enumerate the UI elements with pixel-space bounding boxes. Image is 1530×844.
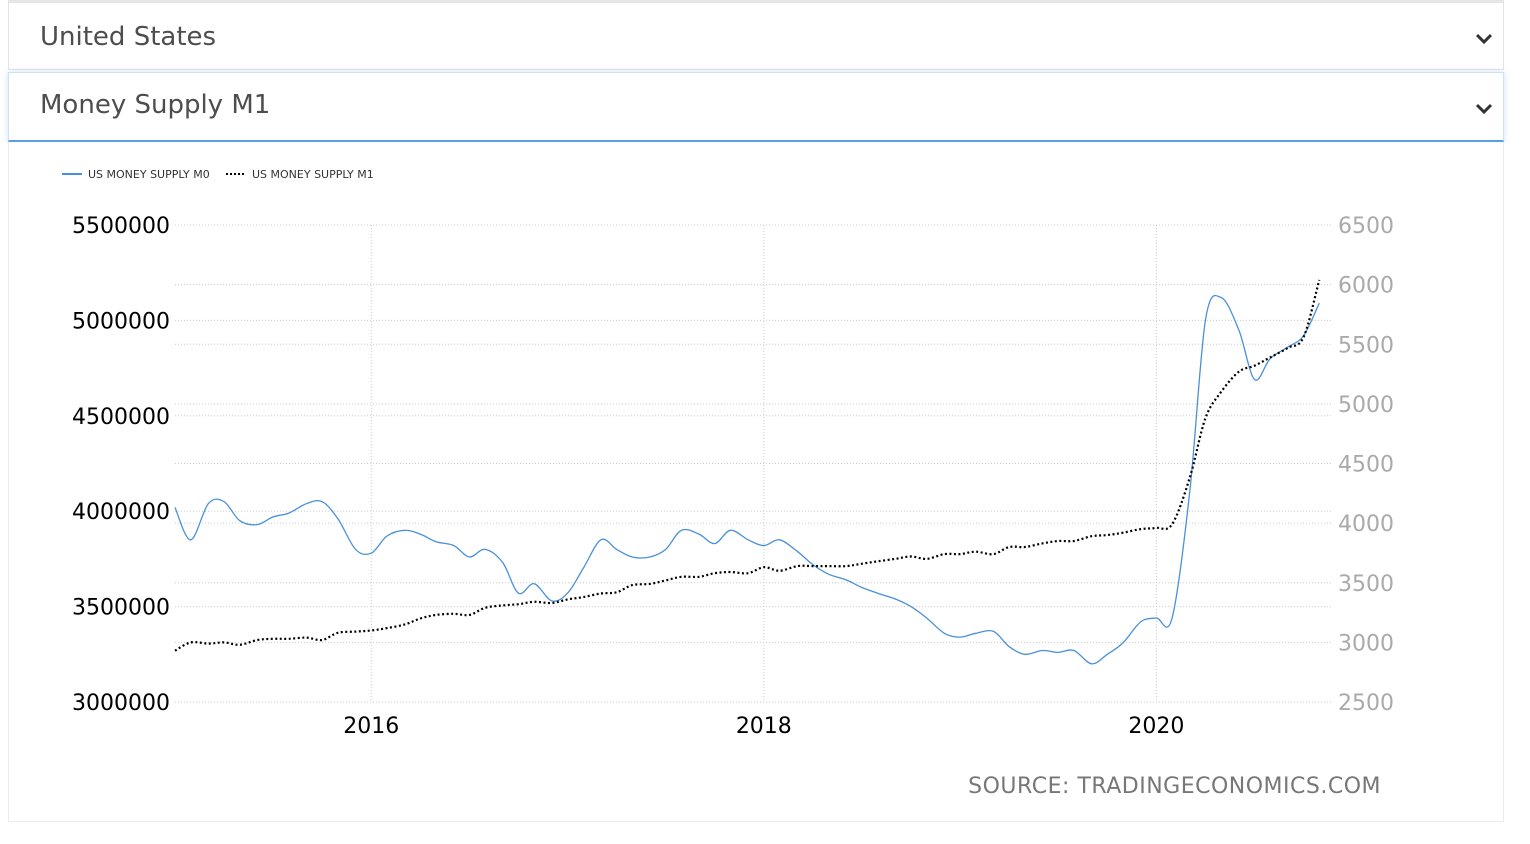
y-left-tick-label: 3000000 — [72, 691, 170, 716]
y-right-tick-label: 4000 — [1338, 512, 1394, 537]
x-tick-label: 2016 — [343, 714, 399, 739]
y-left-tick-label: 4500000 — [72, 405, 170, 430]
y-right-tick-label: 5000 — [1338, 393, 1394, 418]
legend-label-m0: US MONEY SUPPLY M0 — [88, 168, 210, 181]
y-right-tick-label: 6500 — [1338, 214, 1394, 239]
y-right-tick-label: 4500 — [1338, 453, 1394, 478]
y-right-tick-label: 5500 — [1338, 333, 1394, 358]
legend-label-m1: US MONEY SUPPLY M1 — [252, 168, 374, 181]
source-label: SOURCE: TRADINGECONOMICS.COM — [968, 774, 1381, 799]
y-left-tick-label: 4000000 — [72, 500, 170, 525]
x-tick-label: 2020 — [1128, 714, 1184, 739]
y-right-tick-label: 6000 — [1338, 274, 1394, 299]
y-left-tick-label: 3500000 — [72, 596, 170, 621]
money-supply-chart: 5500000 5000000 4500000 4000000 3500000 30000… — [62, 168, 1394, 799]
y-left-tick-label: 5000000 — [72, 309, 170, 334]
y-right-tick-label: 2500 — [1338, 691, 1394, 716]
y-left-tick-label: 5500000 — [72, 214, 170, 239]
y-right-tick-label: 3500 — [1338, 572, 1394, 597]
x-tick-label: 2018 — [736, 714, 792, 739]
series-line-m0 — [174, 294, 1320, 665]
series-line-m1 — [174, 279, 1321, 652]
y-right-tick-label: 3000 — [1338, 631, 1394, 656]
